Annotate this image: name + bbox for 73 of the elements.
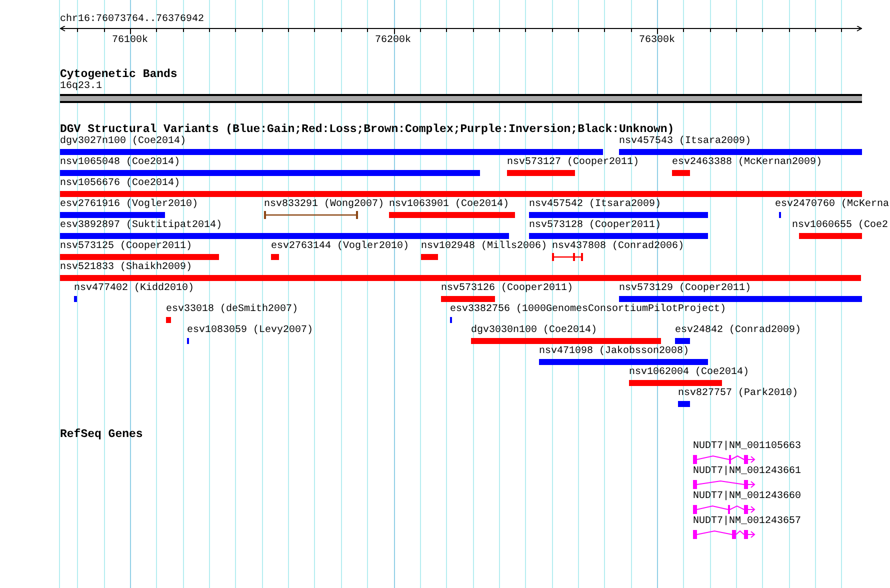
- variant-label: nsv1060655 (Coe2: [792, 220, 888, 232]
- variant-bar[interactable]: [678, 401, 690, 407]
- ruler-tick-label: 76200k: [375, 35, 411, 47]
- variant-bar[interactable]: [675, 338, 690, 344]
- variant-label: esv2763144 (Vogler2010): [271, 241, 410, 253]
- variant-bar[interactable]: [271, 254, 279, 260]
- variant-label: nsv1062004 (Coe2014): [629, 367, 750, 379]
- variant-bar[interactable]: [421, 254, 438, 260]
- variant-label: nsv827757 (Park2010): [678, 388, 798, 400]
- variant-bar[interactable]: [799, 233, 862, 239]
- variant-label: nsv1063901 (Coe2014): [389, 199, 510, 211]
- gene-model-drawing: [693, 454, 756, 465]
- variant-bar[interactable]: [441, 296, 495, 302]
- gene-model-drawing: [693, 529, 756, 540]
- variant-label: esv2470760 (McKerna: [775, 199, 890, 211]
- variant-bar[interactable]: [74, 296, 77, 302]
- variant-label: nsv1065048 (Coe2014): [60, 157, 180, 169]
- track-title: RefSeq Genes: [60, 429, 144, 441]
- variant-label: nsv573128 (Cooper2011): [529, 220, 662, 232]
- variant-label: nsv573127 (Cooper2011): [507, 157, 640, 169]
- transcript-label: NUDT7|NM_001243657: [693, 516, 802, 528]
- variant-bar[interactable]: [60, 149, 603, 155]
- ruler-tick-label: 76300k: [639, 35, 675, 47]
- variant-bar[interactable]: [60, 275, 861, 281]
- variant-label: nsv471098 (Jakobsson2008): [539, 346, 690, 358]
- variant-bar[interactable]: [60, 233, 509, 239]
- variant-span[interactable]: [552, 253, 583, 261]
- variant-label: nsv477402 (Kidd2010): [74, 283, 194, 295]
- variant-bar[interactable]: [629, 380, 722, 386]
- variant-bar[interactable]: [389, 212, 515, 218]
- variant-label: nsv521833 (Shaikh2009): [60, 262, 192, 274]
- variant-bar[interactable]: [60, 170, 480, 176]
- gene-model-drawing: [693, 504, 756, 515]
- variant-label: esv3382756 (1000GenomesConsortiumPilotProject): [450, 304, 726, 316]
- variant-bar[interactable]: [619, 149, 862, 155]
- transcript-label: NUDT7|NM_001105663: [693, 441, 802, 453]
- variant-label: nsv102948 (Mills2006): [421, 241, 548, 253]
- variant-label: nsv457543 (Itsara2009): [619, 136, 752, 148]
- variant-bar[interactable]: [471, 338, 661, 344]
- gene-model-drawing: [693, 479, 756, 490]
- variant-bar[interactable]: [619, 296, 862, 302]
- variant-label: nsv437808 (Conrad2006): [552, 241, 684, 253]
- variant-bar[interactable]: [539, 359, 708, 365]
- variant-label: nsv457542 (Itsara2009): [529, 199, 662, 211]
- variant-label: dgv3027n100 (Coe2014): [60, 136, 186, 148]
- band-label: 16q23.1: [60, 81, 104, 93]
- variant-label: nsv573126 (Cooper2011): [441, 283, 574, 295]
- variant-label: esv3892897 (Suktitipat2014): [60, 220, 222, 232]
- variant-bar[interactable]: [529, 212, 708, 218]
- variant-bar[interactable]: [60, 212, 165, 218]
- variant-bar[interactable]: [507, 170, 575, 176]
- variant-label: esv1083059 (Levy2007): [187, 325, 314, 337]
- variant-label: nsv1056676 (Coe2014): [60, 178, 180, 190]
- variant-label: esv33018 (deSmith2007): [166, 304, 298, 316]
- track-title: Cytogenetic Bands: [60, 69, 178, 81]
- region-label: chr16:76073764..76376942: [60, 14, 206, 26]
- variant-label: esv24842 (Conrad2009): [675, 325, 802, 337]
- variant-bar[interactable]: [60, 191, 862, 197]
- variant-label: esv2463388 (McKernan2009): [672, 157, 822, 169]
- variant-label: nsv833291 (Wong2007): [264, 199, 384, 211]
- variant-bar[interactable]: [672, 170, 690, 176]
- variant-label: nsv573129 (Cooper2011): [619, 283, 752, 295]
- variant-label: dgv3030n100 (Coe2014): [471, 325, 598, 337]
- variant-bar[interactable]: [60, 254, 219, 260]
- variant-bar[interactable]: [529, 233, 708, 239]
- track-title: DGV Structural Variants (Blue:Gain;Red:Loss;Brown:Complex;Purple:Inversion;Black:Unknown): [60, 124, 676, 136]
- variant-span[interactable]: [264, 211, 358, 219]
- transcript-label: NUDT7|NM_001243660: [693, 491, 802, 503]
- variant-bar[interactable]: [166, 317, 171, 323]
- ruler-tick-label: 76100k: [112, 35, 148, 47]
- transcript-label: NUDT7|NM_001243661: [693, 466, 802, 478]
- variant-label: esv2761916 (Vogler2010): [60, 199, 198, 211]
- variant-label: nsv573125 (Cooper2011): [60, 241, 192, 253]
